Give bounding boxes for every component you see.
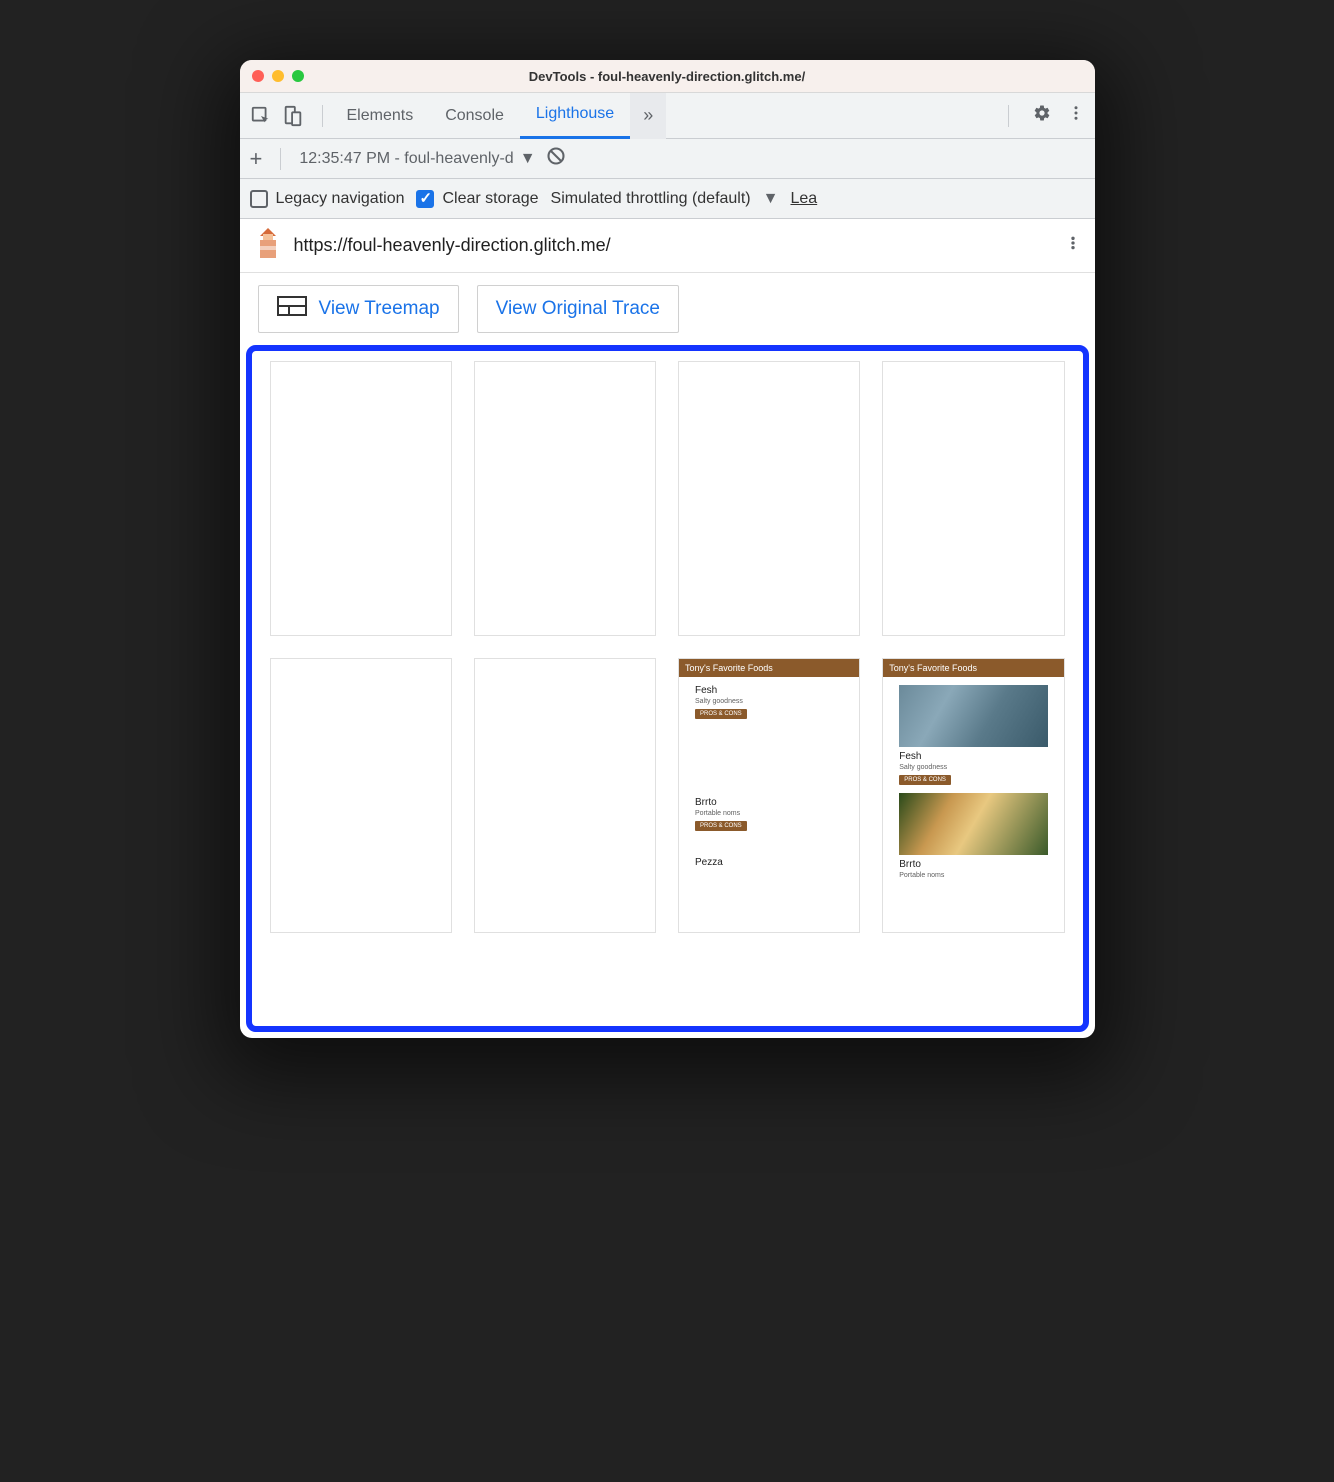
clear-storage-option[interactable]: Clear storage bbox=[416, 190, 538, 208]
checkbox-checked-icon[interactable] bbox=[416, 190, 434, 208]
treemap-label: View Treemap bbox=[319, 298, 440, 320]
inspect-element-icon[interactable] bbox=[250, 106, 272, 126]
report-select-label: 12:35:47 PM - foul-heavenly-d bbox=[299, 150, 513, 168]
kebab-icon[interactable] bbox=[1067, 104, 1085, 127]
panel-tabs: Elements Console Lighthouse » bbox=[331, 93, 667, 139]
filmstrip: Tony's Favorite Foods Fesh Salty goodnes… bbox=[270, 361, 1065, 933]
divider bbox=[322, 105, 323, 127]
legacy-label: Legacy navigation bbox=[276, 190, 405, 208]
dropdown-icon: ▼ bbox=[763, 190, 779, 208]
throttling-label: Simulated throttling (default) bbox=[551, 190, 751, 208]
divider bbox=[1008, 105, 1009, 127]
trace-label: View Original Trace bbox=[496, 298, 660, 320]
devtools-tabstrip: Elements Console Lighthouse » bbox=[240, 93, 1095, 139]
preview-body: Fesh Salty goodness PROS & CONS Brrto Po… bbox=[883, 677, 1063, 887]
report-select[interactable]: 12:35:47 PM - foul-heavenly-d ▼ bbox=[299, 150, 535, 168]
view-treemap-button[interactable]: View Treemap bbox=[258, 285, 459, 333]
tab-lighthouse[interactable]: Lighthouse bbox=[520, 93, 630, 139]
filmstrip-frame[interactable] bbox=[678, 361, 860, 636]
gear-icon[interactable] bbox=[1033, 104, 1051, 127]
filmstrip-frame[interactable]: Tony's Favorite Foods Fesh Salty goodnes… bbox=[678, 658, 860, 933]
preview-image bbox=[899, 685, 1047, 747]
devtools-window: DevTools - foul-heavenly-direction.glitc… bbox=[240, 60, 1095, 1038]
lighthouse-report-bar: + 12:35:47 PM - foul-heavenly-d ▼ bbox=[240, 139, 1095, 179]
filmstrip-frame[interactable] bbox=[270, 361, 452, 636]
preview-body: Fesh Salty goodness PROS & CONS Brrto Po… bbox=[679, 677, 859, 876]
legacy-navigation-option[interactable]: Legacy navigation bbox=[250, 190, 405, 208]
filmstrip-frame[interactable] bbox=[474, 658, 656, 933]
clear-label: Clear storage bbox=[442, 190, 538, 208]
tab-elements[interactable]: Elements bbox=[331, 93, 430, 139]
filmstrip-frame[interactable]: Tony's Favorite Foods Fesh Salty goodnes… bbox=[882, 658, 1064, 933]
filmstrip-frame[interactable] bbox=[474, 361, 656, 636]
tab-console[interactable]: Console bbox=[429, 93, 520, 139]
report-menu-icon[interactable] bbox=[1065, 234, 1081, 257]
device-toggle-icon[interactable] bbox=[282, 106, 304, 126]
window-titlebar: DevTools - foul-heavenly-direction.glitc… bbox=[240, 60, 1095, 93]
filmstrip-highlight: Tony's Favorite Foods Fesh Salty goodnes… bbox=[246, 345, 1089, 1032]
filmstrip-frame[interactable] bbox=[270, 658, 452, 933]
checkbox-unchecked-icon[interactable] bbox=[250, 190, 268, 208]
divider bbox=[280, 148, 281, 170]
preview-image bbox=[899, 793, 1047, 855]
preview-header: Tony's Favorite Foods bbox=[679, 659, 859, 677]
throttling-select[interactable]: Simulated throttling (default) bbox=[551, 190, 751, 208]
lighthouse-url-bar: https://foul-heavenly-direction.glitch.m… bbox=[240, 219, 1095, 273]
preview-header: Tony's Favorite Foods bbox=[883, 659, 1063, 677]
view-trace-button[interactable]: View Original Trace bbox=[477, 285, 679, 333]
lighthouse-icon bbox=[254, 226, 282, 265]
treemap-icon bbox=[277, 296, 307, 322]
more-panels-button[interactable]: » bbox=[630, 93, 666, 139]
lighthouse-actions: View Treemap View Original Trace bbox=[240, 273, 1095, 345]
clear-icon[interactable] bbox=[546, 146, 566, 171]
learn-more-link[interactable]: Lea bbox=[790, 190, 817, 208]
filmstrip-frame[interactable] bbox=[882, 361, 1064, 636]
page-url: https://foul-heavenly-direction.glitch.m… bbox=[294, 235, 1053, 256]
new-report-icon[interactable]: + bbox=[250, 146, 263, 172]
lighthouse-options-bar: Legacy navigation Clear storage Simulate… bbox=[240, 179, 1095, 219]
dropdown-icon: ▼ bbox=[520, 150, 536, 168]
window-title: DevTools - foul-heavenly-direction.glitc… bbox=[240, 69, 1095, 84]
